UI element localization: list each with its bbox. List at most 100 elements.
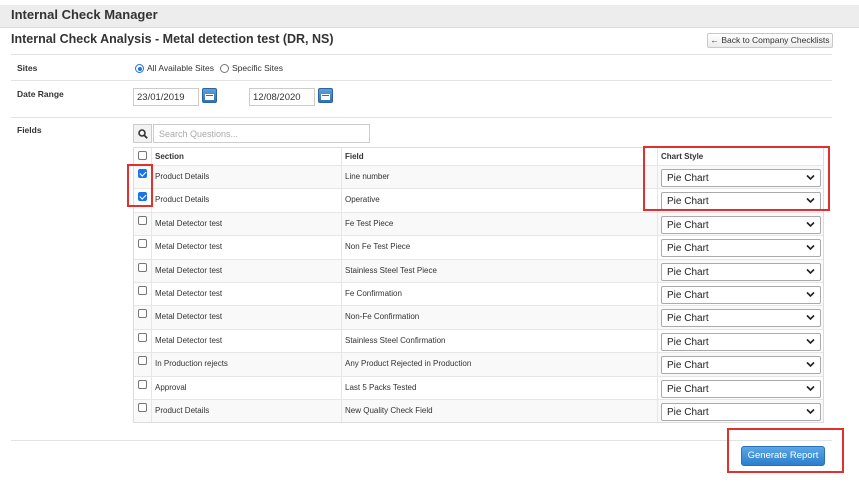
chart-style-value: Pie Chart <box>667 243 709 255</box>
row-checkbox[interactable] <box>138 379 147 389</box>
chevron-down-icon <box>806 362 815 368</box>
chart-style-select[interactable]: Pie Chart <box>661 309 821 328</box>
row-section: Product Details <box>151 189 341 212</box>
row-field: Line number <box>341 166 657 189</box>
fields-label: Fields <box>17 125 42 135</box>
radio-specific-sites[interactable] <box>220 64 229 73</box>
chevron-down-icon <box>806 408 815 415</box>
row-section: Metal Detector test <box>151 236 341 259</box>
table-row: Metal Detector test Stainless Steel Test … <box>134 258 823 282</box>
table-row: Product Details Line number Pie Chart <box>134 165 823 189</box>
divider <box>11 54 832 55</box>
divider <box>11 117 832 118</box>
divider <box>11 440 832 441</box>
row-field: Non-Fe Confirmation <box>341 306 657 329</box>
radio-specific-sites-label: Specific Sites <box>232 63 284 73</box>
chart-style-select[interactable]: Pie Chart <box>661 332 821 351</box>
calendar-icon[interactable] <box>318 88 333 103</box>
date-from-input[interactable]: 23/01/2019 <box>133 88 199 106</box>
row-checkbox[interactable] <box>138 285 147 295</box>
chevron-down-icon <box>806 315 815 321</box>
column-header-field: Field <box>341 148 657 165</box>
row-section: Approval <box>151 376 341 399</box>
chart-style-select[interactable]: Pie Chart <box>661 215 821 234</box>
row-field: Non Fe Test Piece <box>341 236 657 259</box>
column-header-chart-style: Chart Style <box>657 148 823 165</box>
chart-style-value: Pie Chart <box>667 336 709 348</box>
chevron-down-icon <box>806 221 815 227</box>
row-checkbox[interactable] <box>138 356 147 366</box>
chart-style-select[interactable]: Pie Chart <box>661 379 821 398</box>
chevron-down-icon <box>806 268 815 274</box>
table-row: Approval Last 5 Packs Tested Pie Chart <box>134 375 823 399</box>
chart-style-select[interactable]: Pie Chart <box>661 192 821 211</box>
divider <box>11 80 832 81</box>
chart-style-select[interactable]: Pie Chart <box>661 262 821 281</box>
chart-style-value: Pie Chart <box>667 313 709 325</box>
row-field: Operative <box>341 189 657 212</box>
chart-style-value: Pie Chart <box>667 289 709 301</box>
row-section: Metal Detector test <box>151 282 341 306</box>
table-row: Metal Detector test Stainless Steel Confi… <box>134 328 823 353</box>
row-checkbox[interactable] <box>138 215 147 225</box>
row-checkbox[interactable] <box>138 262 147 272</box>
row-checkbox[interactable] <box>138 309 147 319</box>
chart-style-value: Pie Chart <box>667 360 709 372</box>
row-field: New Quality Check Field <box>341 399 657 423</box>
row-checkbox[interactable] <box>138 402 147 412</box>
chart-style-select[interactable]: Pie Chart <box>661 356 821 375</box>
row-section: Metal Detector test <box>151 306 341 329</box>
radio-all-sites[interactable] <box>135 64 144 73</box>
search-button[interactable] <box>133 124 152 143</box>
calendar-icon[interactable] <box>202 88 217 103</box>
row-checkbox[interactable] <box>138 192 147 202</box>
row-checkbox[interactable] <box>138 239 147 249</box>
table-row: In Production rejects Any Product Rejecte… <box>134 352 823 376</box>
chart-style-value: Pie Chart <box>667 173 709 184</box>
date-to-input[interactable]: 12/08/2020 <box>249 88 315 106</box>
radio-all-sites-label: All Available Sites <box>147 63 214 73</box>
chart-style-select[interactable]: Pie Chart <box>661 402 821 421</box>
table-row: Metal Detector test Fe Test Piece Pie Char… <box>134 211 823 236</box>
page-title: Internal Check Analysis - Metal detectio… <box>11 32 334 46</box>
row-section: Metal Detector test <box>151 329 341 353</box>
table-header-row: Section Field Chart Style <box>134 148 823 165</box>
chart-style-value: Pie Chart <box>667 383 709 395</box>
row-section: Product Details <box>151 166 341 189</box>
row-checkbox[interactable] <box>138 169 147 178</box>
column-header-section: Section <box>151 148 341 165</box>
table-row: Metal Detector test Fe Confirmation Pie Ch… <box>134 281 823 306</box>
app-title: Internal Check Manager <box>11 7 158 22</box>
table-row: Product Details New Quality Check Field Pi… <box>134 398 823 423</box>
chart-style-select[interactable]: Pie Chart <box>661 285 821 304</box>
app-header: Internal Check Manager <box>0 5 859 28</box>
row-field: Stainless Steel Test Piece <box>341 259 657 282</box>
row-field: Any Product Rejected in Production <box>341 353 657 376</box>
row-section: Product Details <box>151 399 341 423</box>
back-to-checklists-button[interactable]: ← Back to Company Checklists <box>707 33 833 48</box>
row-field: Fe Confirmation <box>341 282 657 306</box>
row-section: Metal Detector test <box>151 212 341 236</box>
chevron-down-icon <box>806 245 815 251</box>
chevron-down-icon <box>806 174 815 181</box>
chart-style-value: Pie Chart <box>667 266 709 278</box>
chevron-down-icon <box>806 385 815 391</box>
chart-style-select[interactable]: Pie Chart <box>661 169 821 187</box>
table-row: Metal Detector test Non-Fe Confirmation Pi… <box>134 305 823 329</box>
search-questions-input[interactable] <box>153 124 370 143</box>
chevron-down-icon <box>806 338 815 344</box>
row-section: In Production rejects <box>151 353 341 376</box>
row-field: Last 5 Packs Tested <box>341 376 657 399</box>
row-checkbox[interactable] <box>138 332 147 342</box>
chart-style-value: Pie Chart <box>667 196 709 208</box>
row-field: Fe Test Piece <box>341 212 657 236</box>
sites-label: Sites <box>17 63 38 73</box>
generate-report-button[interactable]: Generate Report <box>741 446 825 466</box>
chart-style-select[interactable]: Pie Chart <box>661 239 821 258</box>
table-row: Product Details Operative Pie Chart <box>134 188 823 212</box>
chevron-down-icon <box>806 198 815 204</box>
select-all-checkbox[interactable] <box>138 151 147 160</box>
chart-style-value: Pie Chart <box>667 219 709 231</box>
chart-style-value: Pie Chart <box>667 406 709 418</box>
fields-table: Section Field Chart Style Product Detail… <box>133 147 824 424</box>
